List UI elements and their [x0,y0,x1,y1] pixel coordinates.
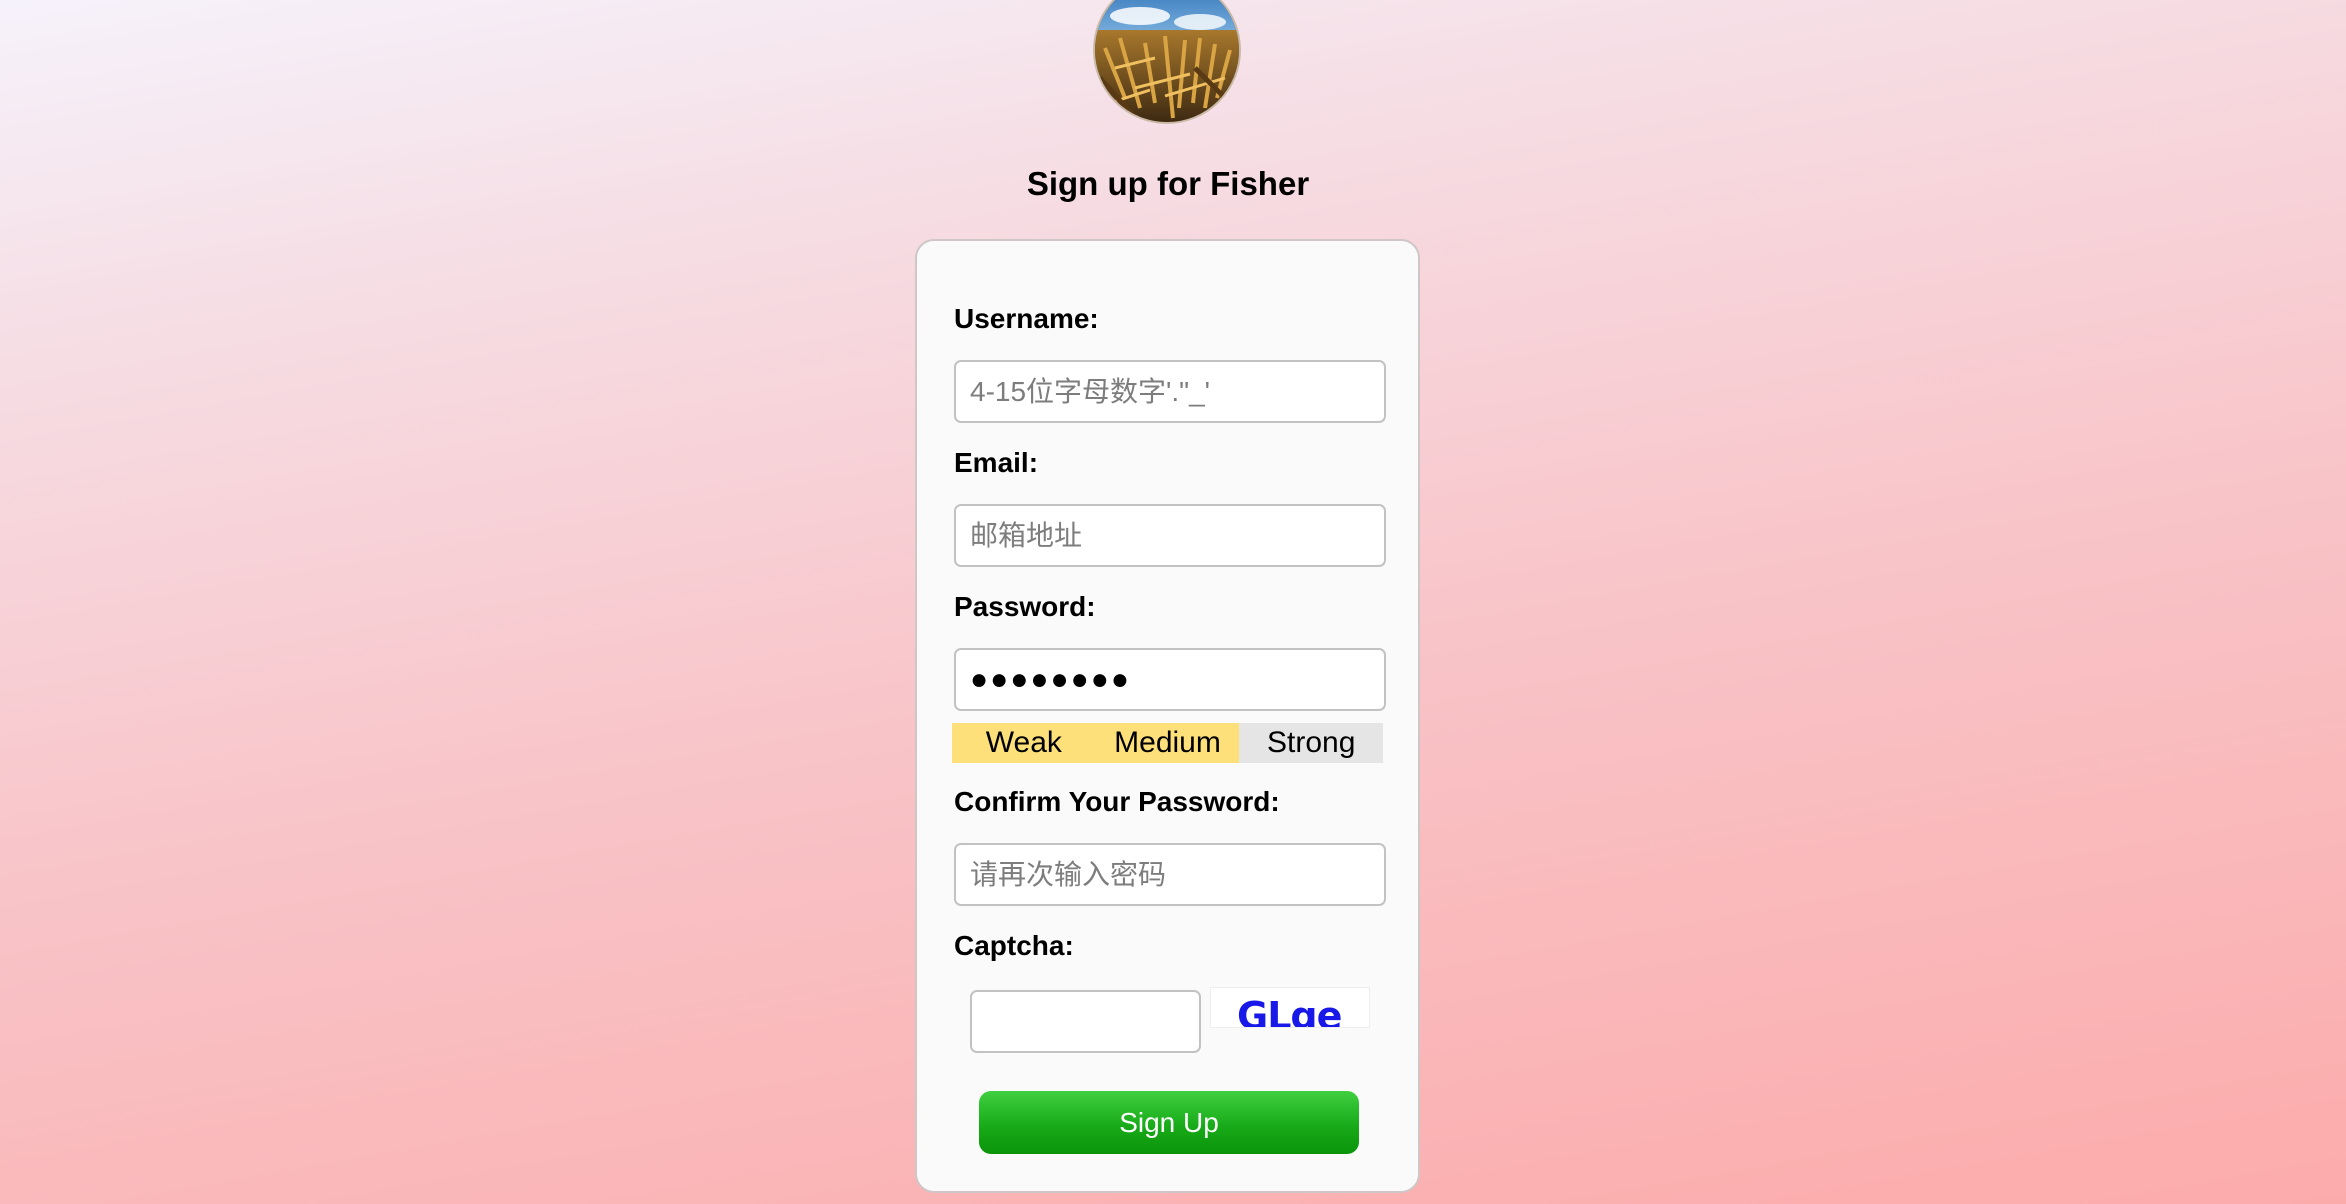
signup-form: Username: Email: Password: Weak Medium S… [915,239,1420,1193]
avatar-image [1095,0,1239,122]
captcha-label: Captcha: [954,930,1074,961]
password-strength-meter: Weak Medium Strong [952,723,1384,763]
captcha-text: GLge [1237,994,1342,1028]
username-label: Username: [954,303,1099,334]
captcha-image[interactable]: GLge [1210,987,1370,1028]
username-input[interactable] [954,360,1386,423]
strength-strong: Strong [1239,723,1384,763]
strength-weak: Weak [952,723,1096,763]
page-title: Sign up for Fisher [1026,165,1310,202]
password-input[interactable] [954,648,1386,711]
confirm-password-label: Confirm Your Password: [954,786,1280,817]
confirm-password-input[interactable] [954,843,1386,906]
avatar [1093,0,1241,124]
captcha-input[interactable] [970,990,1201,1053]
password-label: Password: [954,591,1096,622]
strength-medium: Medium [1095,723,1240,763]
email-label: Email: [954,447,1039,478]
email-input[interactable] [954,504,1386,567]
signup-button[interactable]: Sign Up [979,1091,1359,1154]
